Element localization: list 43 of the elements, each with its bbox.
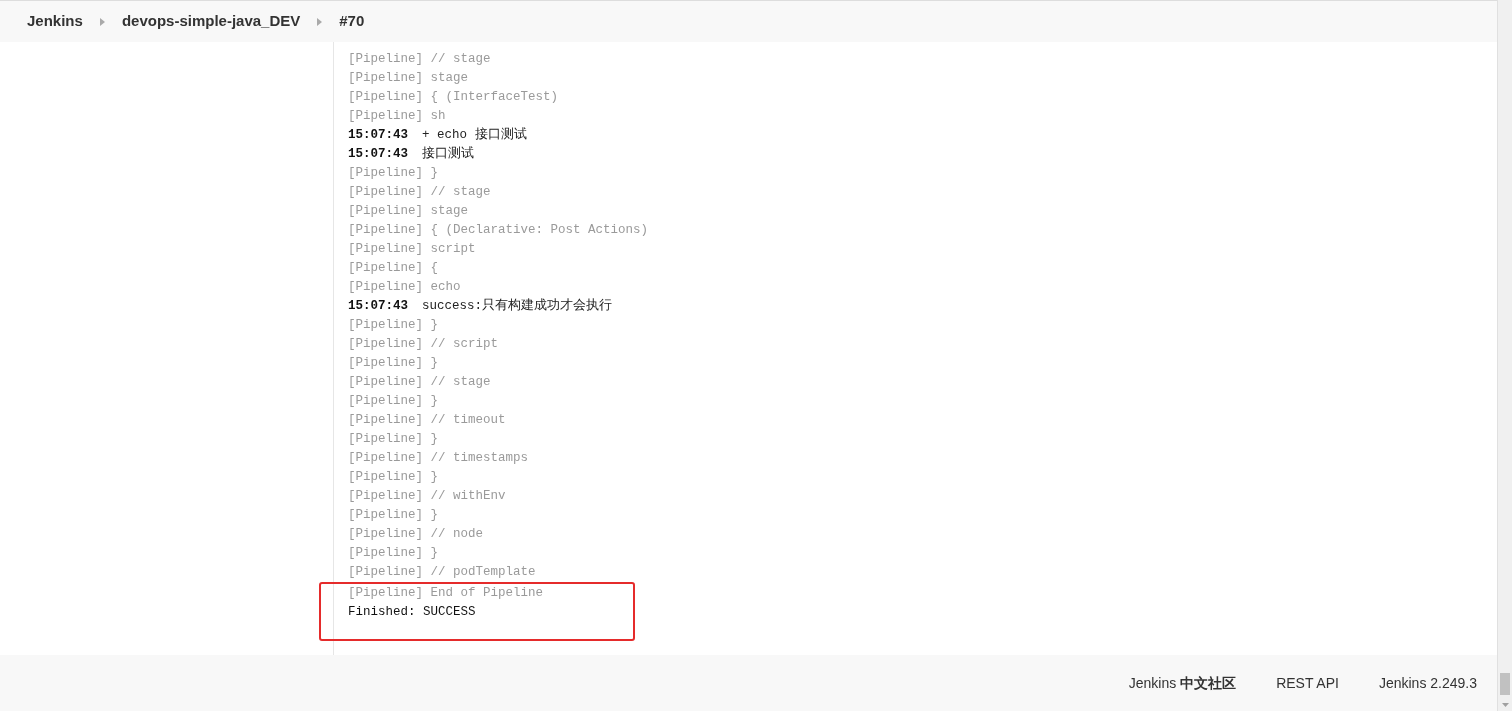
log-line: [Pipeline] } (348, 432, 438, 446)
footer-link[interactable]: Jenkins 中文社区 (1128, 672, 1237, 694)
log-line: [Pipeline] stage (348, 204, 469, 218)
log-line: 接口测试 (422, 145, 474, 163)
log-line: [Pipeline] } (348, 356, 438, 370)
log-line: + echo 接口测试 (422, 126, 527, 144)
timestamp: 15:07:43 (348, 146, 408, 163)
log-line: [Pipeline] sh (348, 109, 446, 123)
footer-link[interactable]: REST API (1276, 672, 1339, 694)
log-line: [Pipeline] End of Pipeline (348, 586, 544, 600)
breadcrumb-link[interactable]: #70 (339, 10, 365, 33)
log-line: success:只有构建成功才会执行 (422, 297, 613, 315)
log-line: [Pipeline] // stage (348, 52, 491, 66)
log-line: [Pipeline] } (348, 470, 438, 484)
log-line: [Pipeline] { (348, 261, 438, 275)
scrollbar-thumb[interactable] (1500, 673, 1510, 695)
log-line: [Pipeline] // podTemplate (348, 565, 536, 579)
log-line: [Pipeline] // timestamps (348, 451, 529, 465)
log-line: [Pipeline] // stage (348, 375, 491, 389)
footer-link[interactable]: Jenkins 2.249.3 (1378, 672, 1477, 694)
chevron-icon (317, 17, 323, 26)
log-line: [Pipeline] } (348, 394, 438, 408)
breadcrumb-link[interactable]: Jenkins (27, 10, 83, 33)
chevron-icon (99, 17, 105, 26)
log-line: [Pipeline] } (348, 166, 438, 180)
log-line: [Pipeline] } (348, 508, 438, 522)
log-line: [Pipeline] { (Declarative: Post Actions) (348, 223, 649, 237)
log-line: [Pipeline] // withEnv (348, 489, 506, 503)
log-line: [Pipeline] // script (348, 337, 499, 351)
log-line: [Pipeline] // timeout (348, 413, 506, 427)
log-line: [Pipeline] script (348, 242, 476, 256)
timestamp: 15:07:43 (348, 298, 408, 315)
scroll-down-icon[interactable] (1501, 703, 1509, 707)
log-line: [Pipeline] // node (348, 527, 484, 541)
log-line: [Pipeline] } (348, 546, 438, 560)
log-line: [Pipeline] { (InterfaceTest) (348, 90, 559, 104)
log-line: [Pipeline] echo (348, 280, 461, 294)
log-line: [Pipeline] stage (348, 71, 469, 85)
log-line: [Pipeline] // stage (348, 185, 491, 199)
log-line: [Pipeline] } (348, 318, 438, 332)
timestamp: 15:07:43 (348, 127, 408, 144)
breadcrumb-link[interactable]: devops-simple-java_DEV (121, 10, 301, 33)
log-line: Finished: SUCCESS (348, 605, 476, 619)
